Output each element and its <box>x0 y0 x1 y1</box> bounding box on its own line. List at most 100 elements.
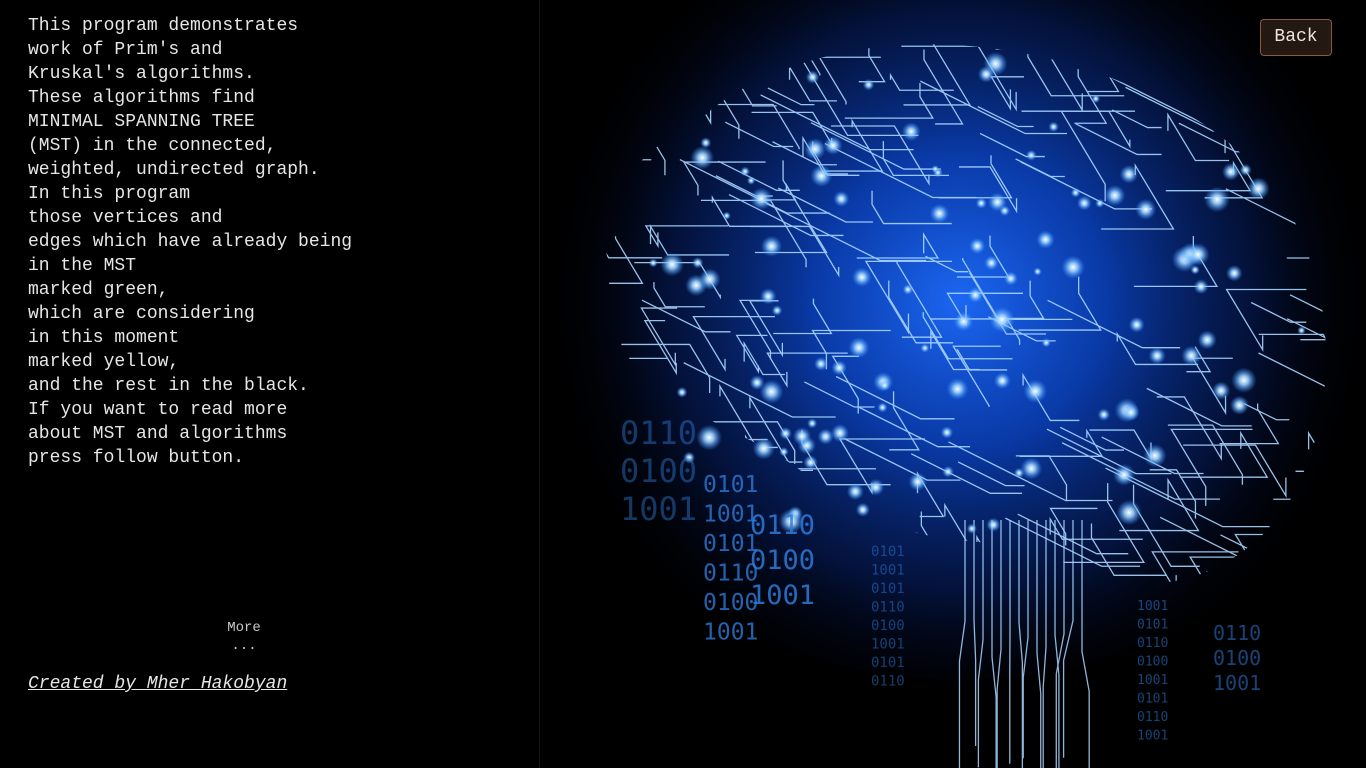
glow-node <box>920 343 930 353</box>
glow-node <box>779 427 793 440</box>
glow-node <box>1023 379 1048 404</box>
binary-digits: 0110 <box>871 600 905 616</box>
glow-node <box>989 306 1015 333</box>
glow-node <box>993 372 1011 390</box>
binary-digits: 0100 <box>620 452 697 490</box>
program-description: This program demonstrates work of Prim's … <box>28 14 352 470</box>
description-line: These algorithms find <box>28 88 255 108</box>
glow-node <box>931 164 940 173</box>
glow-node <box>987 192 1007 212</box>
binary-digits: 1001 <box>871 563 905 579</box>
glow-node <box>746 176 756 185</box>
binary-digits: 1001 <box>620 490 697 528</box>
binary-digits: 1001 <box>1137 729 1168 744</box>
glow-node <box>1076 195 1092 211</box>
glow-node <box>1211 381 1231 400</box>
binary-digits: 0100 <box>1137 655 1168 670</box>
glow-node <box>750 187 773 210</box>
glow-node <box>879 379 890 391</box>
description-line: If you want to read more <box>28 400 288 420</box>
glow-node <box>902 284 914 295</box>
glow-node <box>1036 230 1055 249</box>
description-line: In this program <box>28 184 191 204</box>
glow-node <box>1229 395 1249 415</box>
glow-node <box>848 337 870 359</box>
description-line: those vertices and <box>28 208 223 228</box>
circuit-brain-illustration: 0110010010010101100101010110010010010110… <box>540 0 1366 768</box>
glow-node <box>975 197 987 209</box>
glow-node <box>855 502 870 517</box>
glow-node <box>805 70 820 84</box>
glow-node <box>807 418 818 429</box>
info-panel: This program demonstrates work of Prim's … <box>0 0 540 768</box>
description-line: weighted, undirected graph. <box>28 160 320 180</box>
glow-node <box>1186 243 1210 266</box>
description-line: Kruskal's algorithms. <box>28 64 255 84</box>
glow-node <box>779 447 789 457</box>
binary-digits: 1001 <box>703 620 758 646</box>
glow-node <box>660 252 684 277</box>
binary-digits: 1001 <box>1137 599 1168 614</box>
description-line: in the MST <box>28 256 137 276</box>
glow-node <box>1025 149 1037 161</box>
glow-node <box>752 437 775 460</box>
description-line: press follow button. <box>28 448 245 468</box>
glow-node <box>676 386 688 398</box>
binary-digits: 0110 <box>1213 621 1261 645</box>
glow-node <box>1116 499 1142 526</box>
glow-node <box>1061 255 1085 280</box>
description-line: work of Prim's and <box>28 40 223 60</box>
glow-node <box>1204 186 1230 213</box>
binary-digits: 0110 <box>871 674 905 690</box>
glow-node <box>1003 271 1018 286</box>
glow-node <box>969 237 986 255</box>
binary-digits: 0101 <box>1137 618 1168 633</box>
glow-node <box>966 523 978 534</box>
glow-node <box>691 257 704 269</box>
glow-node <box>953 311 974 332</box>
more-label: More <box>227 620 261 636</box>
brain-illustration-panel: 0110 0100 1001 0101 1001 0101 0110 0100 1001 0110… <box>540 0 1366 768</box>
glow-node <box>1122 403 1140 422</box>
description-line: (MST) in the connected, <box>28 136 277 156</box>
glow-node <box>983 51 1008 76</box>
glow-node <box>1104 184 1126 207</box>
binary-digits: 1001 <box>871 637 905 653</box>
binary-digits: 0101 <box>1137 692 1168 707</box>
glow-node <box>901 122 921 142</box>
description-line: marked green, <box>28 280 169 300</box>
glow-node <box>740 166 751 177</box>
glow-node <box>759 379 784 404</box>
binary-digits: 0110 <box>750 510 815 541</box>
glow-node <box>1041 338 1051 348</box>
glow-node <box>852 267 872 288</box>
glow-node <box>1226 264 1243 282</box>
glow-node <box>942 465 954 478</box>
glow-node <box>698 268 721 291</box>
back-button[interactable]: Back <box>1260 19 1332 56</box>
glow-node <box>1095 198 1105 208</box>
glow-node <box>696 424 723 451</box>
glow-node <box>833 190 850 207</box>
glow-node <box>792 427 812 446</box>
glow-node <box>722 211 731 220</box>
glow-node <box>831 360 847 376</box>
glow-node <box>823 135 843 155</box>
more-button[interactable]: More ... <box>214 619 274 655</box>
glow-node <box>984 255 999 271</box>
binary-digits: 1001 <box>750 580 815 611</box>
binary-digits: 0100 <box>750 545 815 576</box>
glow-node <box>1033 267 1042 276</box>
description-line: edges which have already being <box>28 232 353 252</box>
binary-digits: 0100 <box>871 618 905 634</box>
author-credit-link[interactable]: Created by Mher Hakobyan <box>28 674 287 694</box>
glow-node <box>1297 326 1306 335</box>
glow-node <box>929 203 950 224</box>
binary-digits: 0101 <box>871 655 905 671</box>
binary-digits: 1001 <box>1213 671 1261 695</box>
glow-node <box>1221 162 1240 181</box>
glow-node <box>1181 345 1202 366</box>
glow-node <box>1231 367 1257 393</box>
description-line: This program demonstrates <box>28 16 299 36</box>
description-line: which are considering <box>28 304 255 324</box>
